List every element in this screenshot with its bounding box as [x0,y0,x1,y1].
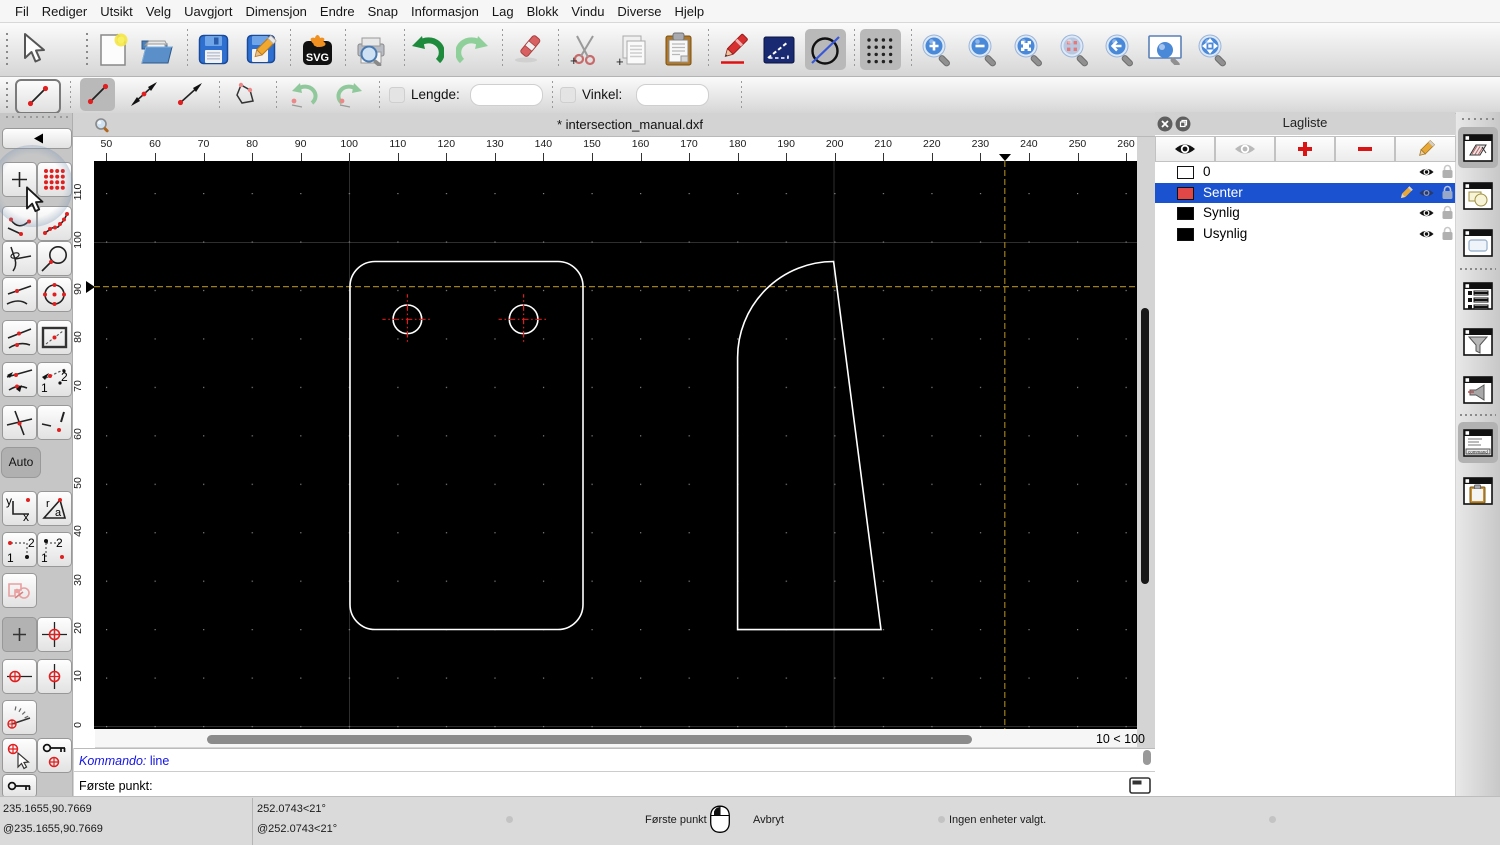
svg-text:+: + [570,53,578,67]
svg-text:2: 2 [61,370,68,384]
svg-text:1: 1 [41,551,48,565]
svg-text:1: 1 [7,551,14,565]
svg-text:2: 2 [28,536,35,550]
svg-text:command: command [1468,450,1488,455]
svg-text:SVG: SVG [306,52,329,64]
svg-text:y: y [6,494,12,508]
svg-text:1: 1 [41,381,48,395]
svg-text:2: 2 [56,536,63,550]
svg-text:+: + [616,54,624,67]
svg-text:a: a [55,507,62,519]
svg-text:x: x [23,510,29,524]
svg-text:r: r [46,498,50,510]
